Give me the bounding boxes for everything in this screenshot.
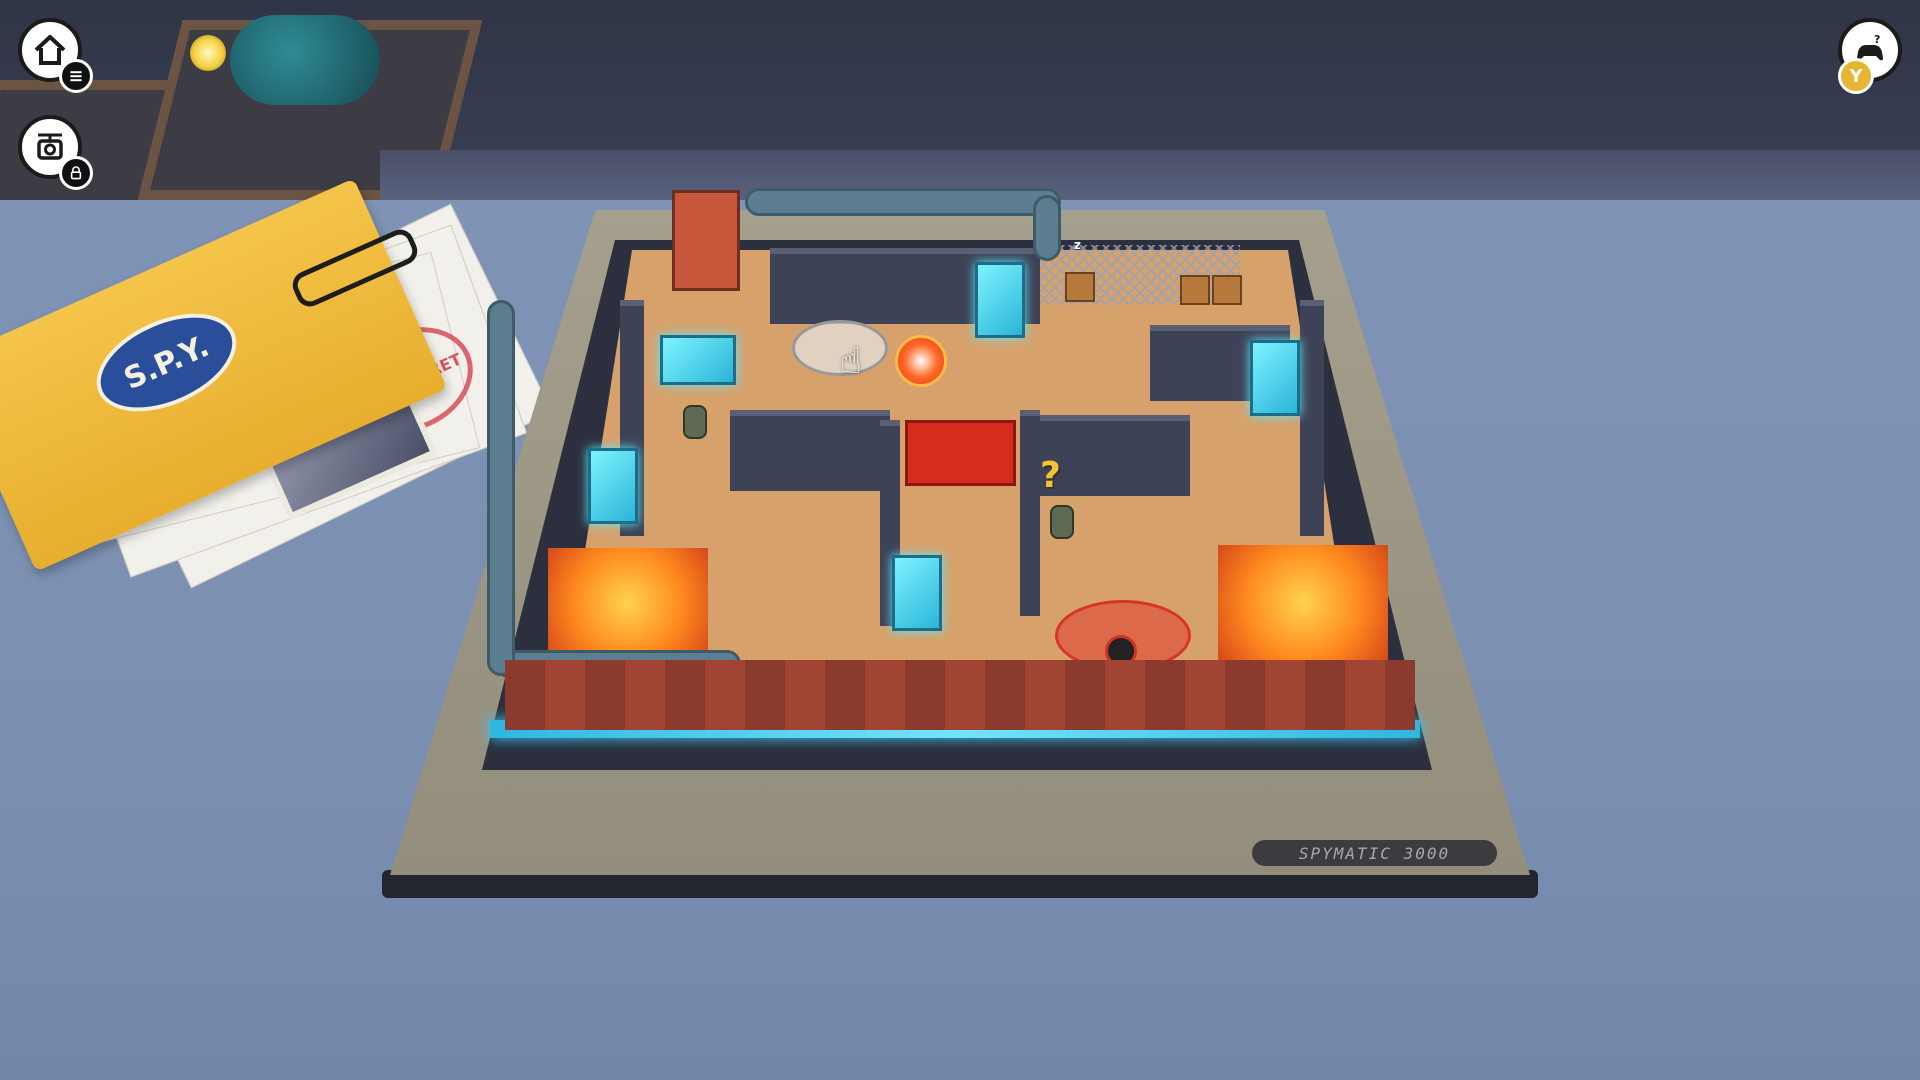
pipe <box>745 188 1061 216</box>
hand-cursor-icon: ☝ <box>840 341 862 382</box>
teleport-panel[interactable] <box>975 262 1025 338</box>
teleport-panel[interactable] <box>588 448 638 524</box>
pipe <box>1033 195 1061 261</box>
svg-text:?: ? <box>1874 33 1880 46</box>
question-marker-icon: ? <box>1040 455 1061 496</box>
pipe <box>487 300 515 676</box>
maze-wall <box>730 410 890 491</box>
small-crate <box>1212 275 1242 305</box>
lock-badge <box>59 156 93 190</box>
alert-marker-icon <box>895 335 947 387</box>
small-crate <box>1180 275 1210 305</box>
lava-pit-right <box>1218 545 1388 660</box>
wall-shelf <box>380 150 1920 206</box>
control-machine <box>672 190 740 291</box>
lock-icon <box>70 166 82 180</box>
y-key-badge: Y <box>1838 58 1874 94</box>
board-front-wall <box>505 660 1415 730</box>
spy-agent-character[interactable] <box>683 405 707 439</box>
menu-badge[interactable] <box>59 59 93 93</box>
teleport-panel[interactable] <box>1250 340 1300 416</box>
spy-agency-logo: S.P.Y. <box>81 294 252 431</box>
teleport-panel[interactable] <box>660 335 736 385</box>
teleport-panel[interactable] <box>892 555 942 631</box>
console-brand-plate: SPYMATIC 3000 <box>1252 840 1497 866</box>
menu-icon <box>70 71 82 82</box>
guard-character <box>1050 505 1074 539</box>
red-barrier-block <box>905 420 1016 486</box>
lava-pit-left <box>548 548 708 658</box>
lamp-light-icon <box>190 35 226 71</box>
spotlight-prop <box>230 15 380 105</box>
sleep-indicator-icon: z <box>1074 238 1081 252</box>
maze-wall <box>1300 300 1324 536</box>
small-crate <box>1065 272 1095 302</box>
maze-wall <box>1020 410 1040 616</box>
